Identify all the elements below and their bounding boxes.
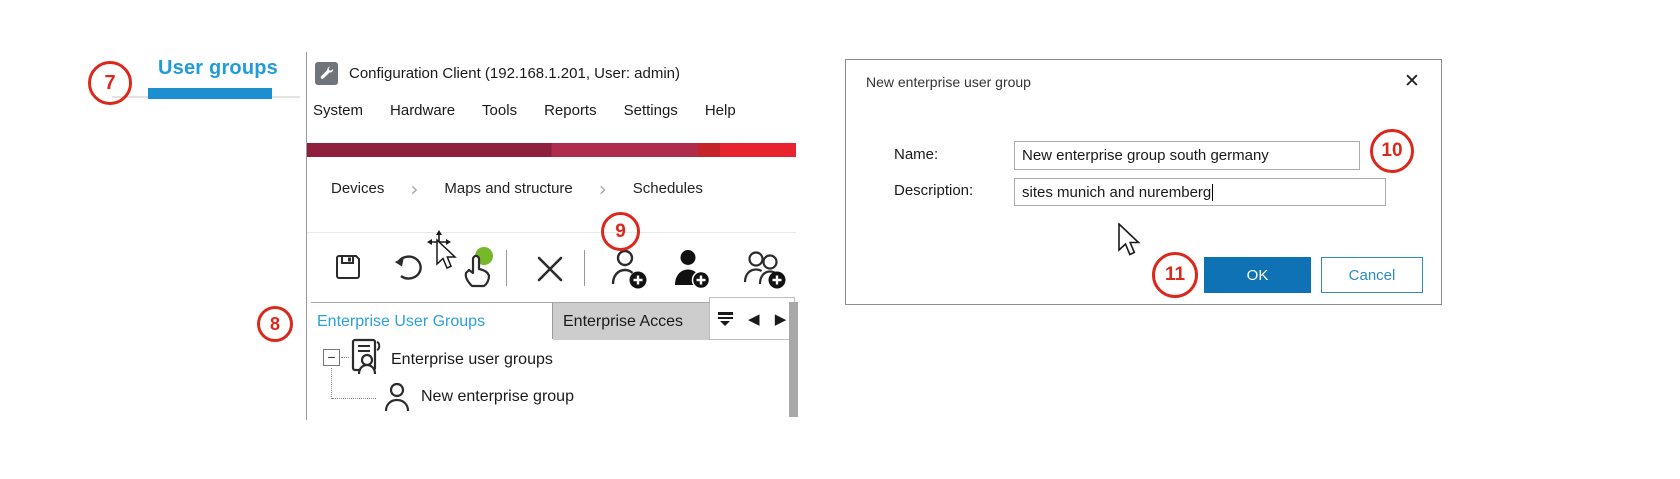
tab-enterprise-user-groups[interactable]: Enterprise User Groups bbox=[308, 303, 552, 340]
annotation-step-10: 10 bbox=[1370, 129, 1414, 173]
wrench-app-icon bbox=[315, 62, 338, 85]
toolbar-separator bbox=[506, 250, 507, 286]
breadcrumb-schedules[interactable]: Schedules bbox=[633, 180, 703, 197]
description-label: Description: bbox=[894, 182, 974, 199]
annotation-step-11: 11 bbox=[1152, 252, 1198, 298]
tree-collapse-icon[interactable]: − bbox=[323, 349, 340, 366]
tab-list-dropdown-icon[interactable] bbox=[717, 312, 733, 326]
menu-bar: System Hardware Tools Reports Settings H… bbox=[313, 102, 736, 119]
breadcrumb-devices[interactable]: Devices bbox=[331, 180, 384, 197]
configuration-client-window: Configuration Client (192.168.1.201, Use… bbox=[306, 52, 798, 420]
menu-item-hardware[interactable]: Hardware bbox=[390, 102, 455, 119]
close-icon[interactable]: ✕ bbox=[1398, 68, 1426, 94]
annotation-step-9: 9 bbox=[601, 212, 640, 251]
menu-item-tools[interactable]: Tools bbox=[482, 102, 517, 119]
tree-item-enterprise-user-groups[interactable]: Enterprise user groups bbox=[391, 351, 553, 369]
add-enterprise-user-group-icon[interactable] bbox=[610, 248, 650, 290]
annotation-step-7: 7 bbox=[88, 61, 132, 105]
tab-enterprise-access[interactable]: Enterprise Acces bbox=[553, 303, 709, 340]
vertical-scrollbar[interactable] bbox=[789, 302, 798, 417]
menu-item-reports[interactable]: Reports bbox=[544, 102, 597, 119]
add-user-group-icon[interactable] bbox=[743, 248, 789, 290]
nav-item-user-groups[interactable]: User groups bbox=[158, 57, 278, 80]
name-input[interactable]: New enterprise group south germany bbox=[1014, 141, 1360, 170]
toolbar-separator bbox=[584, 250, 585, 286]
undo-icon[interactable] bbox=[393, 253, 425, 283]
breadcrumb-maps-and-structure[interactable]: Maps and structure bbox=[444, 180, 572, 197]
arrow-cursor bbox=[1116, 223, 1142, 257]
menu-item-system[interactable]: System bbox=[313, 102, 363, 119]
delete-x-icon[interactable] bbox=[535, 254, 565, 284]
tab-scroll-left-icon[interactable]: ◀ bbox=[748, 310, 760, 328]
save-icon[interactable] bbox=[334, 253, 362, 281]
name-input-value: New enterprise group south germany bbox=[1022, 147, 1269, 164]
tree-connector bbox=[331, 368, 332, 399]
tree-connector bbox=[341, 357, 349, 358]
ok-button[interactable]: OK bbox=[1204, 257, 1311, 293]
nav-active-underline bbox=[148, 88, 272, 99]
window-title: Configuration Client (192.168.1.201, Use… bbox=[349, 65, 681, 82]
dialog-title: New enterprise user group bbox=[866, 74, 1031, 90]
tree-connector bbox=[332, 398, 376, 399]
cancel-button[interactable]: Cancel bbox=[1321, 257, 1423, 293]
tree-item-new-enterprise-group[interactable]: New enterprise group bbox=[421, 388, 574, 406]
menu-item-help[interactable]: Help bbox=[705, 102, 736, 119]
toolbar-divider bbox=[307, 232, 796, 233]
tab-scroll-right-icon[interactable]: ▶ bbox=[775, 310, 787, 328]
user-icon bbox=[383, 382, 411, 412]
enterprise-user-groups-icon bbox=[349, 338, 383, 376]
menu-item-settings[interactable]: Settings bbox=[624, 102, 678, 119]
chevron-right-icon: › bbox=[410, 176, 419, 201]
annotation-step-8: 8 bbox=[257, 306, 293, 342]
chevron-right-icon: › bbox=[598, 176, 607, 201]
text-caret bbox=[1212, 183, 1214, 201]
brand-color-bar bbox=[307, 143, 796, 157]
move-cursor bbox=[425, 230, 465, 282]
add-user-icon[interactable] bbox=[673, 248, 713, 290]
name-label: Name: bbox=[894, 146, 939, 163]
description-input[interactable]: sites munich and nuremberg bbox=[1014, 178, 1386, 206]
tab-scroll-panel: ◀ ▶ bbox=[709, 297, 795, 340]
description-input-value: sites munich and nuremberg bbox=[1022, 183, 1212, 201]
breadcrumb: Devices › Maps and structure › Schedules bbox=[331, 176, 703, 201]
new-enterprise-user-group-dialog: New enterprise user group ✕ Name: New en… bbox=[845, 59, 1442, 305]
